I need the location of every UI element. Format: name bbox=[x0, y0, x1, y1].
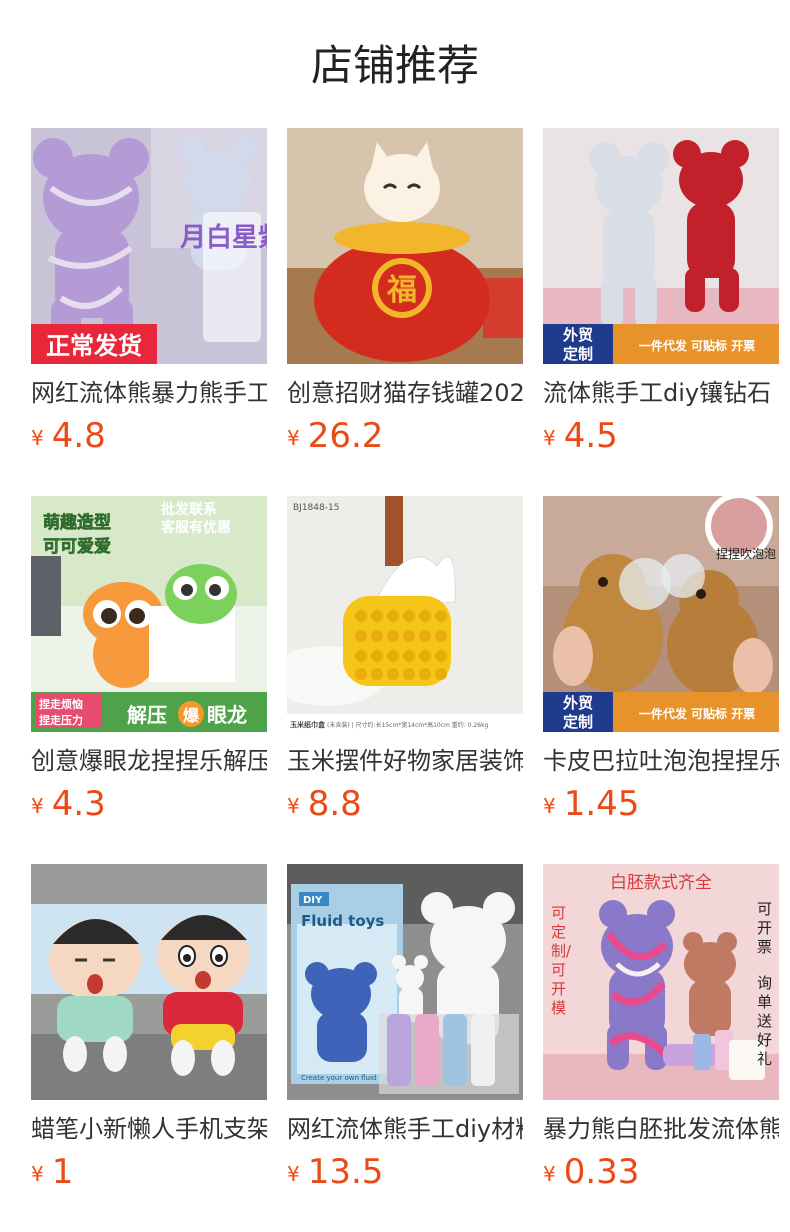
product-image[interactable]: 萌趣造型 可可爱爱 批发联系 客服有优惠 捏走烦恼 捏走压力 解压 爆 眼龙 bbox=[31, 496, 267, 732]
product-image[interactable]: DIY Fluid toys Create your own fluid bbox=[287, 864, 523, 1100]
currency-symbol: ¥ bbox=[287, 794, 300, 818]
price-value: 13.5 bbox=[307, 1152, 384, 1192]
image-text: 可可爱爱 bbox=[43, 536, 111, 557]
image-text: 外贸 bbox=[562, 326, 593, 344]
product-price: ¥4.3 bbox=[31, 784, 267, 824]
image-text: 捏走压力 bbox=[39, 713, 83, 727]
price-value: 4.5 bbox=[563, 416, 618, 456]
image-text: 捏捏吹泡泡 bbox=[716, 546, 776, 561]
product-image[interactable]: 捏捏吹泡泡 外贸 定制 一件代发 可贴标 开票 bbox=[543, 496, 779, 732]
product-image[interactable]: 外贸 定制 一件代发 可贴标 开票 bbox=[543, 128, 779, 364]
image-text: 定制 bbox=[563, 345, 593, 363]
image-text: 爆 bbox=[183, 706, 200, 725]
product-price: ¥1.45 bbox=[543, 784, 779, 824]
product-card[interactable]: 蜡笔小新懒人手机支架 ¥1 bbox=[31, 864, 267, 1204]
price-value: 1 bbox=[51, 1152, 74, 1192]
price-value: 8.8 bbox=[307, 784, 362, 824]
product-name[interactable]: 网红流体熊手工diy材料 bbox=[287, 1112, 523, 1146]
image-text: (未含装) | 尺寸约:长15cm*宽14cm*高10cm 重约: 0.26kg bbox=[327, 721, 489, 729]
image-text: 捏走烦恼 bbox=[39, 697, 83, 711]
product-image[interactable]: BJ1848-15 玉米纸巾盒 (未含装) | 尺寸约:长15cm*宽14cm*… bbox=[287, 496, 523, 732]
price-value: 1.45 bbox=[563, 784, 640, 824]
image-text: 月白星紫 bbox=[179, 222, 267, 253]
image-text: 玉米纸巾盒 bbox=[290, 720, 326, 729]
image-text: 眼龙 bbox=[207, 703, 247, 727]
product-price: ¥13.5 bbox=[287, 1152, 523, 1192]
product-card[interactable]: 福 创意招财猫存钱罐2024 ¥26.2 bbox=[287, 128, 523, 468]
product-price: ¥8.8 bbox=[287, 784, 523, 824]
image-text: 批发联系 bbox=[161, 501, 217, 518]
image-text: 解压 bbox=[127, 703, 167, 727]
currency-symbol: ¥ bbox=[287, 426, 300, 450]
currency-symbol: ¥ bbox=[543, 794, 556, 818]
product-card[interactable]: 白胚款式齐全 可定制/可开模 可开票 询单送好礼 暴力熊白胚批发流体熊 ¥ 0.… bbox=[543, 864, 779, 1204]
price-value: 0.33 bbox=[563, 1152, 640, 1192]
image-text: 定制 bbox=[563, 713, 593, 731]
image-text: 询单送好礼 bbox=[757, 974, 773, 1068]
product-name[interactable]: 流体熊手工diy镶钻石 bbox=[543, 376, 779, 410]
image-text: BJ1848-15 bbox=[293, 503, 339, 513]
product-card[interactable]: 萌趣造型 可可爱爱 批发联系 客服有优惠 捏走烦恼 捏走压力 解压 爆 眼龙 创… bbox=[31, 496, 267, 836]
product-price: ¥4.8 bbox=[31, 416, 267, 456]
currency-symbol: ¥ bbox=[543, 426, 556, 450]
page-title: 店铺推荐 bbox=[310, 41, 479, 90]
image-text: 萌趣造型 bbox=[43, 512, 111, 533]
product-image[interactable]: 月白星紫 正常发货 bbox=[31, 128, 267, 364]
product-name[interactable]: 玉米摆件好物家居装饰 bbox=[287, 744, 523, 778]
product-image[interactable]: 白胚款式齐全 可定制/可开模 可开票 询单送好礼 bbox=[543, 864, 779, 1100]
image-text: Fluid toys bbox=[301, 912, 384, 930]
currency-symbol: ¥ bbox=[31, 794, 44, 818]
product-card[interactable]: 外贸 定制 一件代发 可贴标 开票 流体熊手工diy镶钻石 ¥4.5 bbox=[543, 128, 779, 468]
image-text: 白胚款式齐全 bbox=[610, 873, 712, 893]
product-card[interactable]: 捏捏吹泡泡 外贸 定制 一件代发 可贴标 开票 卡皮巴拉吐泡泡捏捏乐 ¥1.45 bbox=[543, 496, 779, 836]
image-text: 客服有优惠 bbox=[160, 519, 231, 536]
image-text: 可定制/可开模 bbox=[551, 904, 572, 1017]
product-image[interactable]: 福 bbox=[287, 128, 523, 364]
product-price: ¥1 bbox=[31, 1152, 267, 1192]
currency-symbol: ¥ bbox=[31, 1162, 44, 1186]
currency-symbol: ¥ bbox=[31, 426, 44, 450]
price-value: 4.3 bbox=[51, 784, 106, 824]
image-text: 一件代发 可贴标 开票 bbox=[639, 338, 755, 353]
product-name[interactable]: 创意爆眼龙捏捏乐解压 bbox=[31, 744, 267, 778]
product-card[interactable]: BJ1848-15 玉米纸巾盒 (未含装) | 尺寸约:长15cm*宽14cm*… bbox=[287, 496, 523, 836]
image-text: Create your own fluid bbox=[301, 1074, 376, 1082]
product-price: ¥4.5 bbox=[543, 416, 779, 456]
product-name[interactable]: 暴力熊白胚批发流体熊 bbox=[543, 1112, 779, 1146]
product-price: ¥26.2 bbox=[287, 416, 523, 456]
product-name[interactable]: 网红流体熊暴力熊手工 bbox=[31, 376, 267, 410]
image-text: 正常发货 bbox=[46, 332, 142, 360]
product-price: ¥0.33 bbox=[543, 1152, 779, 1192]
currency-symbol: ¥ bbox=[543, 1162, 556, 1186]
product-card[interactable]: DIY Fluid toys Create your own fluid 网红流… bbox=[287, 864, 523, 1204]
product-name[interactable]: 卡皮巴拉吐泡泡捏捏乐 bbox=[543, 744, 779, 778]
image-text: 福 bbox=[386, 273, 417, 308]
product-image[interactable] bbox=[31, 864, 267, 1100]
currency-symbol: ¥ bbox=[287, 1162, 300, 1186]
price-value: 26.2 bbox=[307, 416, 384, 456]
image-text: 外贸 bbox=[562, 694, 593, 712]
price-value: 4.8 bbox=[51, 416, 106, 456]
product-card[interactable]: 月白星紫 正常发货 网红流体熊暴力熊手工 ¥4.8 bbox=[31, 128, 267, 468]
product-name[interactable]: 创意招财猫存钱罐2024 bbox=[287, 376, 523, 410]
image-text: 一件代发 可贴标 开票 bbox=[639, 706, 755, 721]
product-name[interactable]: 蜡笔小新懒人手机支架 bbox=[31, 1112, 267, 1146]
image-text: DIY bbox=[303, 895, 323, 906]
image-text: 可开票 bbox=[757, 900, 773, 956]
